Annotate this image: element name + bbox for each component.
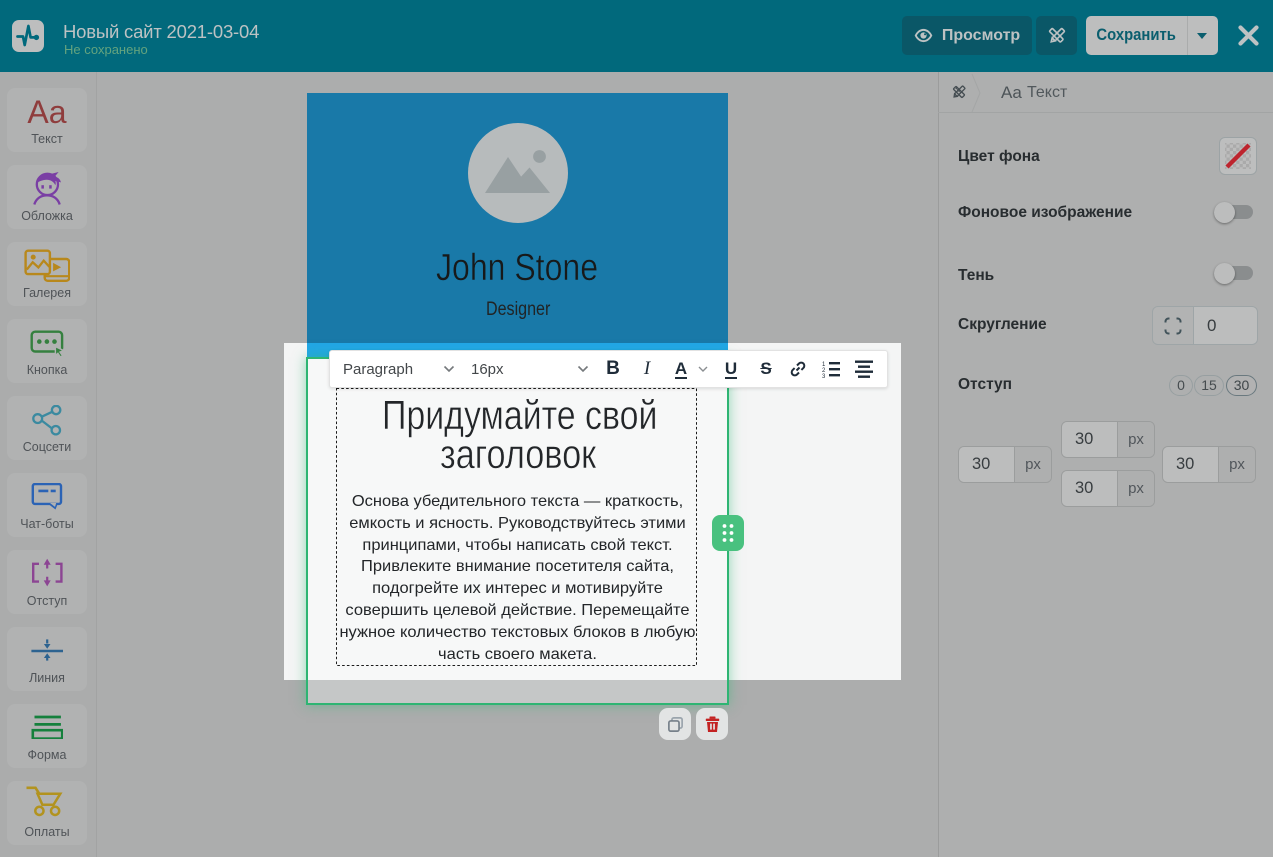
svg-text:3: 3 <box>822 374 826 379</box>
